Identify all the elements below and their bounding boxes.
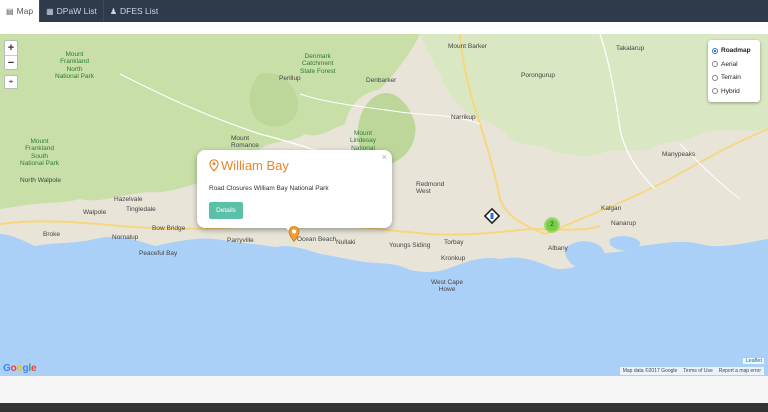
place-denbarker: Denbarker	[366, 77, 397, 84]
place-nullaki: Nullaki	[336, 239, 356, 246]
place-nornalup: Nornalup	[112, 234, 139, 241]
radio-roadmap[interactable]	[712, 47, 718, 54]
terms-link[interactable]: Terms of Use	[683, 368, 712, 374]
radio-aerial[interactable]	[712, 61, 718, 68]
place-torbay: Torbay	[444, 239, 464, 246]
place-nanarup: Nanarup	[611, 220, 636, 227]
place-mount-frankland-south: Mount Frankland South National Park	[20, 138, 60, 168]
leaflet-link[interactable]: Leaflet	[743, 358, 764, 364]
google-logo: Google	[3, 363, 37, 374]
header-spacer	[0, 22, 768, 34]
locate-button[interactable]: ⌖	[4, 75, 18, 89]
radio-terrain[interactable]	[712, 74, 718, 81]
place-manypeaks: Manypeaks	[662, 151, 696, 158]
map-icon: ▤	[6, 6, 14, 16]
place-mount-barker: Mount Barker	[448, 43, 488, 50]
layer-roadmap-label: Roadmap	[721, 47, 751, 55]
zoom-control: + −	[4, 40, 18, 70]
layer-terrain[interactable]: Terrain	[712, 71, 756, 85]
layer-hybrid[interactable]: Hybrid	[712, 85, 756, 99]
place-kronkup: Kronkup	[441, 255, 466, 262]
orange-marker-icon[interactable]	[288, 226, 300, 242]
zoom-out-button[interactable]: −	[5, 55, 17, 69]
layer-aerial-label: Aerial	[721, 60, 738, 68]
marker-cluster[interactable]: 2	[544, 217, 560, 233]
place-mount-romance: Mount Romance	[231, 135, 259, 150]
crosshair-icon: ⌖	[8, 77, 14, 86]
place-ocean-beach: Ocean Beach	[297, 236, 337, 243]
place-kalgan: Kalgan	[601, 205, 622, 212]
map-popup: × William Bay Road Closures William Bay …	[197, 150, 392, 228]
place-takalarup: Takalarup	[616, 45, 645, 52]
layer-hybrid-label: Hybrid	[721, 87, 740, 95]
layer-roadmap[interactable]: Roadmap	[712, 44, 756, 58]
map-data-text: Map data ©2017 Google	[622, 368, 678, 374]
list-icon: ▦	[46, 6, 54, 16]
details-button[interactable]: Details	[209, 202, 243, 219]
place-tingledale: Tingledale	[126, 206, 156, 213]
tab-map[interactable]: ▤ Map	[0, 0, 40, 22]
layer-switcher: Roadmap Aerial Terrain Hybrid	[708, 40, 760, 102]
place-walpole: Walpole	[83, 209, 107, 216]
tab-dfes-list[interactable]: ♟ DFES List	[102, 0, 164, 22]
location-pin-icon	[209, 159, 219, 172]
popup-close-button[interactable]: ×	[382, 152, 387, 162]
place-parryville: Parryville	[227, 237, 254, 244]
place-porongurup: Porongurup	[521, 72, 555, 79]
tab-map-label: Map	[16, 6, 34, 16]
map-attribution: Map data ©2017 Google Terms of Use Repor…	[619, 367, 764, 375]
popup-description: Road Closures William Bay National Park	[209, 185, 329, 192]
place-mount-frankland: Mount Frankland North National Park	[55, 51, 95, 81]
top-navbar: ▤ Map ▦ DPaW List ♟ DFES List	[0, 0, 768, 22]
place-hazelvale: Hazelvale	[114, 196, 143, 203]
cluster-count: 2	[546, 219, 558, 231]
place-north-walpole: North Walpole	[20, 177, 61, 184]
tab-dpaw-list-label: DPaW List	[56, 6, 97, 16]
place-narrikup: Narrikup	[451, 114, 476, 121]
tab-dfes-list-label: DFES List	[120, 6, 159, 16]
place-redmond-west: Redmond West	[416, 181, 445, 196]
place-youngs-siding: Youngs Siding	[389, 242, 431, 249]
map-canvas[interactable]: Mount Barker Takalarup Denmark Catchment…	[0, 34, 768, 376]
place-peaceful-bay: Peaceful Bay	[139, 250, 178, 257]
place-broke: Broke	[43, 231, 60, 238]
place-perillup: Perillup	[279, 75, 301, 82]
footer-bar	[0, 403, 768, 412]
place-denmark-park: Denmark Catchment State Forest	[300, 53, 336, 75]
place-albany: Albany	[548, 245, 568, 252]
popup-title-row: William Bay	[209, 158, 380, 173]
layer-aerial[interactable]: Aerial	[712, 58, 756, 72]
popup-title: William Bay	[221, 158, 289, 173]
zoom-in-button[interactable]: +	[5, 41, 17, 55]
layer-terrain-label: Terrain	[721, 74, 741, 82]
radio-hybrid[interactable]	[712, 88, 718, 95]
report-error-link[interactable]: Report a map error	[719, 368, 761, 374]
road-closure-marker-icon[interactable]	[484, 208, 500, 224]
place-bow-bridge: Bow Bridge	[152, 225, 186, 232]
tab-dpaw-list[interactable]: ▦ DPaW List	[39, 0, 103, 22]
place-west-cape-howe: West Cape Howe	[431, 279, 464, 294]
bell-icon: ♟	[109, 6, 117, 16]
